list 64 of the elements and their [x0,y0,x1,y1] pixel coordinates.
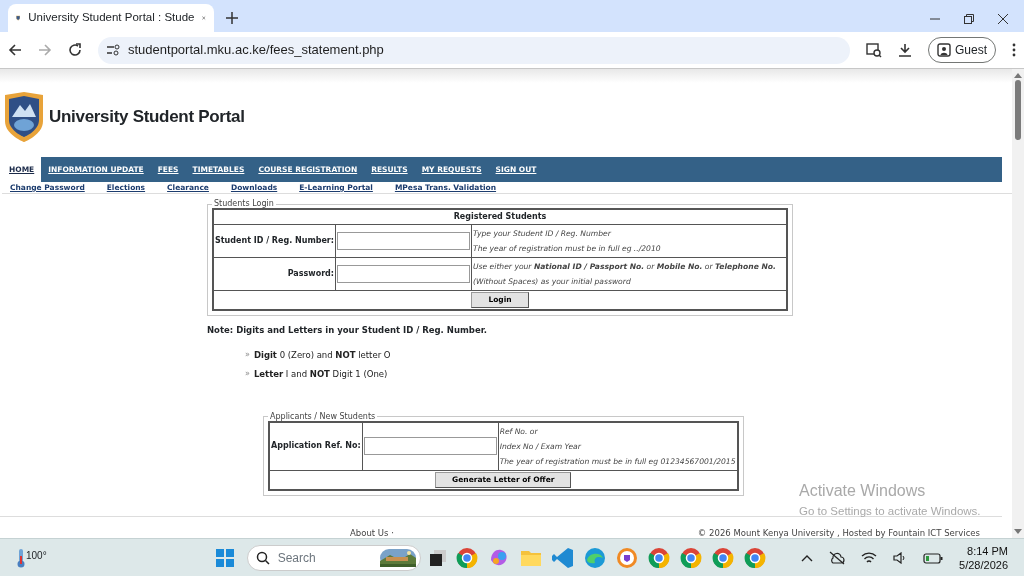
input-field[interactable] [337,265,470,284]
panel-legend: Applicants / New Students [268,412,378,421]
rule-text: Digit 0 (Zero) and NOT letter O [253,349,391,362]
note-text: Note: Digits and Letters in your Student ID / Reg. Number. [207,324,488,337]
weather-widget[interactable]: 100° [16,547,47,568]
footer-link[interactable]: About Us · [350,526,394,540]
wave-browser-icon[interactable] [582,545,607,570]
taskbar-search[interactable]: Search [246,544,421,571]
url-text: studentportal.mku.ac.ke/fees_statement.php [128,41,384,60]
taskbar-clock[interactable]: 8:14 PM 5/28/2026 [959,543,1008,572]
notice-title: Activate Windows [799,481,927,501]
address-bar[interactable]: studentportal.mku.ac.ke/fees_statement.php [98,36,850,64]
lens-search-icon[interactable] [866,42,882,58]
round-app-icon[interactable] [646,545,671,570]
close-icon[interactable] [998,14,1008,24]
clock-time: 8:14 PM [966,543,1008,558]
field-label: Application Ref. No: [269,421,363,470]
field-label: Password: [213,257,336,291]
chevron-up-icon[interactable] [801,553,814,562]
notice-text: Go to Settings to activate Windows. [799,504,981,519]
copyright-text: © 2026 Mount Kenya University , Hosted by Fountain ICT Services [697,526,980,540]
tab-title: University Student Portal : Stude [28,10,195,26]
panel-legend: Students Login [212,200,276,209]
scroll-down-icon[interactable] [1014,529,1022,534]
crest-logo [5,92,43,142]
battery-icon[interactable] [923,551,944,564]
host-link[interactable]: Fountain ICT Services [888,527,980,538]
shield-app-icon[interactable] [614,545,639,570]
round-app-icon[interactable] [742,545,767,570]
scroll-thumb[interactable] [1015,80,1021,140]
scroll-up-icon[interactable] [1014,73,1022,78]
browser-tab[interactable]: University Student Portal : Stude [8,4,214,32]
scrollbar[interactable] [1012,69,1024,538]
site-settings-icon[interactable] [106,44,120,56]
wifi-icon[interactable] [861,551,878,564]
input-field[interactable] [337,232,470,251]
forward-icon[interactable] [38,43,52,57]
round-app-icon[interactable] [454,545,479,570]
rule-text: Letter I and NOT Digit 1 (One) [253,367,388,381]
volume-icon[interactable] [893,551,908,564]
clock-date: 5/28/2026 [959,557,1008,572]
round-app-icon[interactable] [710,545,735,570]
search-icon [255,550,270,565]
more-menu-icon[interactable] [1012,43,1016,57]
field-label: Student ID / Reg. Number: [213,224,336,258]
table-heading: Registered Students [213,209,787,225]
back-icon[interactable] [8,43,22,57]
profile-button[interactable]: Guest [928,37,996,63]
round-app-icon[interactable] [678,545,703,570]
org-link[interactable]: Mount Kenya University [733,527,835,538]
person-icon [937,43,951,57]
cloud-off-icon[interactable] [829,550,846,565]
code-editor-icon[interactable] [550,545,575,570]
thermometer-icon [16,547,26,568]
bullet-marker: » [245,349,250,362]
bullet-marker: » [245,368,250,381]
download-icon[interactable] [898,43,912,57]
portal-title: University Student Portal [49,106,245,129]
task-view-icon[interactable] [428,548,447,567]
input-field[interactable] [363,437,497,455]
windows-start-icon[interactable] [214,547,235,568]
restore-icon[interactable] [964,14,974,24]
reload-icon[interactable] [68,43,82,57]
new-tab-icon[interactable] [226,12,238,24]
